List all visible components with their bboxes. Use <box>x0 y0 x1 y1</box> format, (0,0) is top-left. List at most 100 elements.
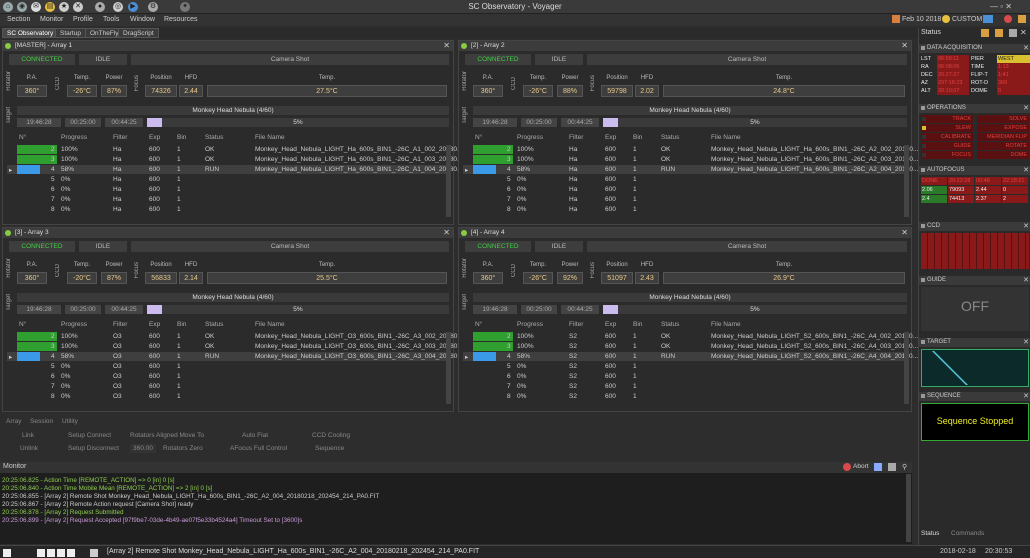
table-scrollbar[interactable] <box>904 145 909 217</box>
table-row[interactable]: ▸ 4 58% O3 600 1 RUN Monkey_Head_Nebula_LIGHT_O… <box>7 352 463 361</box>
menu-resources[interactable]: Resources <box>164 16 197 23</box>
table-row[interactable]: 3 100% O3 600 1 OK Monkey_Head_Nebula_LIGHT_O3… <box>7 342 463 351</box>
menu-monitor[interactable]: Monitor <box>40 16 63 23</box>
close-icon[interactable]: ✕ <box>901 228 908 237</box>
table-row[interactable]: 3 100% Ha 600 1 OK Monkey_Head_Nebula_LIGHT_Ha… <box>463 155 918 164</box>
table-cell: Ha <box>569 146 578 153</box>
sky-icon[interactable]: ✦ <box>180 2 190 12</box>
section-close-icon[interactable]: ✕ <box>1023 276 1029 284</box>
monitor-icon[interactable] <box>983 15 993 23</box>
sidebar-tab-status[interactable]: Status <box>921 530 939 537</box>
section-close-icon[interactable]: ✕ <box>1023 392 1029 400</box>
table-row[interactable]: 7 0% O3 600 1 <box>7 382 447 391</box>
star-icon[interactable]: ★ <box>59 2 69 12</box>
table-row[interactable]: 5 0% Ha 600 1 <box>463 175 905 184</box>
log-scrollbar[interactable] <box>906 474 911 542</box>
table-scrollbar[interactable] <box>446 145 451 217</box>
panel-title: [4] - Array 4 <box>471 229 505 236</box>
menu-tools[interactable]: Tools <box>103 16 119 23</box>
table-row[interactable]: ▸ 4 58% S2 600 1 RUN Monkey_Head_Nebula_LIGHT_S… <box>463 352 918 361</box>
menu-section[interactable]: Section <box>7 16 30 23</box>
afocus-button[interactable]: AFocus Full Control <box>230 444 287 453</box>
close-icon[interactable]: ✕ <box>443 228 450 237</box>
menu-profile[interactable]: Profile <box>73 16 93 23</box>
table-row[interactable]: 5 0% Ha 600 1 <box>7 175 447 184</box>
section-close-icon[interactable]: ✕ <box>1023 44 1029 52</box>
abort-icon[interactable] <box>843 463 851 471</box>
profile-name[interactable]: CUSTOM <box>952 16 982 23</box>
section-close-icon[interactable]: ✕ <box>1023 338 1029 346</box>
table-row[interactable]: ▸ 4 58% Ha 600 1 RUN Monkey_Head_Nebula_LIGHT_H… <box>7 165 462 174</box>
folder-icon[interactable]: ▤ <box>45 2 55 12</box>
tab-startup[interactable]: Startup <box>55 28 86 38</box>
sidebar-icon-1[interactable] <box>981 29 989 37</box>
table-row[interactable]: 8 0% Ha 600 1 <box>463 205 905 214</box>
sidebar-icon-3[interactable] <box>1009 29 1017 37</box>
table-row[interactable]: 5 0% O3 600 1 <box>7 362 447 371</box>
unlink-button[interactable]: Unlink <box>20 444 38 453</box>
table-row[interactable]: 3 100% Ha 600 1 OK Monkey_Head_Nebula_LIGHT_Ha… <box>7 155 462 164</box>
table-row[interactable]: 8 0% S2 600 1 <box>463 392 905 401</box>
rotator-angle-input[interactable]: 360.00 <box>130 444 156 453</box>
table-row[interactable]: 8 0% Ha 600 1 <box>7 205 447 214</box>
table-row[interactable]: 3 100% S2 600 1 OK Monkey_Head_Nebula_LIGHT_S2… <box>463 342 918 351</box>
table-row[interactable]: ▸ 4 58% Ha 600 1 RUN Monkey_Head_Nebula_LIGHT_H… <box>463 165 918 174</box>
sidebar-tab-commands[interactable]: Commands <box>951 530 984 537</box>
ctrl-tab-utility[interactable]: Utility <box>62 417 78 426</box>
gear-icon[interactable]: ⚙ <box>148 2 158 12</box>
home-icon[interactable]: ⌂ <box>3 2 13 12</box>
table-scrollbar[interactable] <box>446 332 451 404</box>
table-row[interactable]: 7 0% Ha 600 1 <box>7 195 447 204</box>
play-icon[interactable]: ▶ <box>128 2 138 12</box>
table-row[interactable]: 8 0% O3 600 1 <box>7 392 447 401</box>
section-close-icon[interactable]: ✕ <box>1023 166 1029 174</box>
abort-button[interactable]: Abort <box>853 463 869 470</box>
table-row[interactable]: 2 100% Ha 600 1 OK Monkey_Head_Nebula_LIGHT_Ha… <box>463 145 918 154</box>
shield-icon[interactable] <box>1018 15 1026 23</box>
table-row[interactable]: 2 100% O3 600 1 OK Monkey_Head_Nebula_LIGHT_O3… <box>7 332 463 341</box>
table-row[interactable]: 6 0% Ha 600 1 <box>463 185 905 194</box>
auto-flat-button[interactable]: Auto Flat <box>242 431 268 440</box>
sequence-button[interactable]: Sequence <box>315 444 344 453</box>
link-button[interactable]: Link <box>22 431 34 440</box>
rotators-zero-button[interactable]: Rotators Zero <box>163 444 203 453</box>
pin-icon[interactable]: ⚲ <box>902 463 907 471</box>
section-close-icon[interactable]: ✕ <box>1023 222 1029 230</box>
table-row[interactable]: 2 100% Ha 600 1 OK Monkey_Head_Nebula_LIGHT_Ha… <box>7 145 462 154</box>
table-scrollbar[interactable] <box>904 332 909 404</box>
apple-icon[interactable]: ● <box>95 2 105 12</box>
sidebar-icon-2[interactable] <box>995 29 1003 37</box>
export-icon[interactable] <box>874 463 882 471</box>
tab-sc-observatory[interactable]: SC Observatory <box>2 28 59 38</box>
globe-icon[interactable]: ◉ <box>17 2 27 12</box>
ctrl-tab-session[interactable]: Session <box>30 417 53 426</box>
setup-connect-button[interactable]: Setup Connect <box>68 431 111 440</box>
table-row[interactable]: 6 0% Ha 600 1 <box>7 185 447 194</box>
power-icon[interactable] <box>1004 15 1012 23</box>
target-label: Target <box>462 294 468 311</box>
close-icon[interactable]: ✕ <box>443 41 450 50</box>
table-row[interactable]: 7 0% S2 600 1 <box>463 382 905 391</box>
eye-icon[interactable]: ◎ <box>113 2 123 12</box>
rotators-move-button[interactable]: Rotators Aligned Move To <box>130 431 204 440</box>
table-row[interactable]: 5 0% S2 600 1 <box>463 362 905 371</box>
ccd-cooling-button[interactable]: CCD Cooling <box>312 431 350 440</box>
table-row[interactable]: 2 100% S2 600 1 OK Monkey_Head_Nebula_LIGHT_S2… <box>463 332 918 341</box>
column-header: Filter <box>113 321 128 328</box>
sidebar-close-icon[interactable]: ✕ <box>1020 28 1027 37</box>
ctrl-tab-array[interactable]: Array <box>6 417 22 426</box>
setup-disconnect-button[interactable]: Setup Disconnect <box>68 444 119 453</box>
table-row[interactable]: 6 0% S2 600 1 <box>463 372 905 381</box>
tools-icon[interactable]: ✕ <box>73 2 83 12</box>
window-controls[interactable]: — ▫ ✕ <box>990 2 1028 11</box>
trash-icon[interactable] <box>888 463 896 471</box>
close-icon[interactable]: ✕ <box>901 41 908 50</box>
table-row[interactable]: 7 0% Ha 600 1 <box>463 195 905 204</box>
tab-dragscript[interactable]: DragScript <box>118 28 159 38</box>
row-pointer-icon: ▸ <box>9 354 13 361</box>
section-close-icon[interactable]: ✕ <box>1023 104 1029 112</box>
table-cell: 100% <box>61 343 78 350</box>
menu-window[interactable]: Window <box>130 16 155 23</box>
table-row[interactable]: 6 0% O3 600 1 <box>7 372 447 381</box>
mail-icon[interactable]: ✉ <box>31 2 41 12</box>
